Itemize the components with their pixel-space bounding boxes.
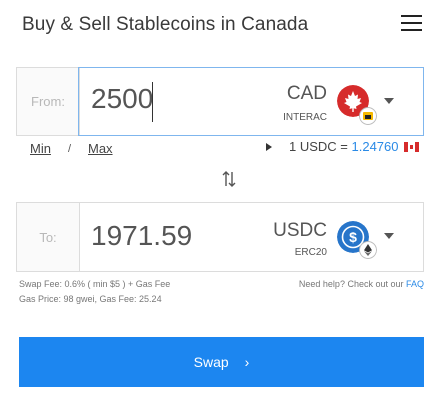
menu-bar [401, 22, 422, 24]
hamburger-menu-icon[interactable] [401, 15, 422, 33]
interac-icon [359, 107, 377, 125]
from-amount-area[interactable]: CAD INTERAC [78, 67, 424, 136]
swap-button[interactable]: Swap › [19, 337, 424, 387]
min-max-separator: / [68, 143, 72, 155]
svg-text:$: $ [349, 229, 357, 245]
canada-flag-icon [404, 142, 419, 152]
to-amount-area[interactable]: USDC ERC20 $ [79, 203, 423, 271]
menu-bar [401, 29, 422, 31]
from-label: From: [17, 68, 80, 135]
chevron-right-icon: › [244, 354, 250, 370]
faq-link[interactable]: FAQ [406, 279, 424, 289]
text-caret [152, 82, 153, 122]
ethereum-icon [359, 241, 377, 259]
to-currency-dropdown-icon[interactable] [384, 233, 394, 239]
to-label: To: [17, 203, 80, 271]
rate-prefix: 1 USDC = [289, 139, 352, 154]
rate-value: 1.24760 [351, 139, 399, 154]
from-currency-code[interactable]: CAD [287, 83, 327, 105]
swap-button-label: Swap [193, 354, 229, 370]
exchange-rate: 1 USDC = 1.24760 [289, 139, 399, 154]
help-text: Need help? Check out our FAQ [299, 279, 424, 289]
to-network-label: ERC20 [294, 247, 327, 258]
menu-bar [401, 15, 422, 17]
swap-direction-icon[interactable] [219, 169, 239, 189]
from-currency-dropdown-icon[interactable] [384, 98, 394, 104]
page-title: Buy & Sell Stablecoins in Canada [22, 14, 309, 35]
to-amount-input[interactable] [91, 220, 271, 252]
from-network-label: INTERAC [283, 112, 327, 123]
refresh-rate-play-icon[interactable] [266, 143, 272, 151]
from-amount-input[interactable] [91, 83, 271, 115]
swap-fee-info: Swap Fee: 0.6% ( min $5 ) + Gas Fee [19, 279, 171, 289]
gas-fee-info: Gas Price: 98 gwei, Gas Fee: 25.24 [19, 294, 162, 304]
help-prefix: Need help? Check out our [298, 279, 406, 289]
from-panel: From: CAD INTERAC [16, 67, 424, 136]
min-link[interactable]: Min [30, 141, 51, 156]
to-currency-code[interactable]: USDC [273, 220, 327, 242]
to-panel: To: USDC ERC20 $ [16, 202, 424, 272]
max-link[interactable]: Max [88, 141, 113, 156]
